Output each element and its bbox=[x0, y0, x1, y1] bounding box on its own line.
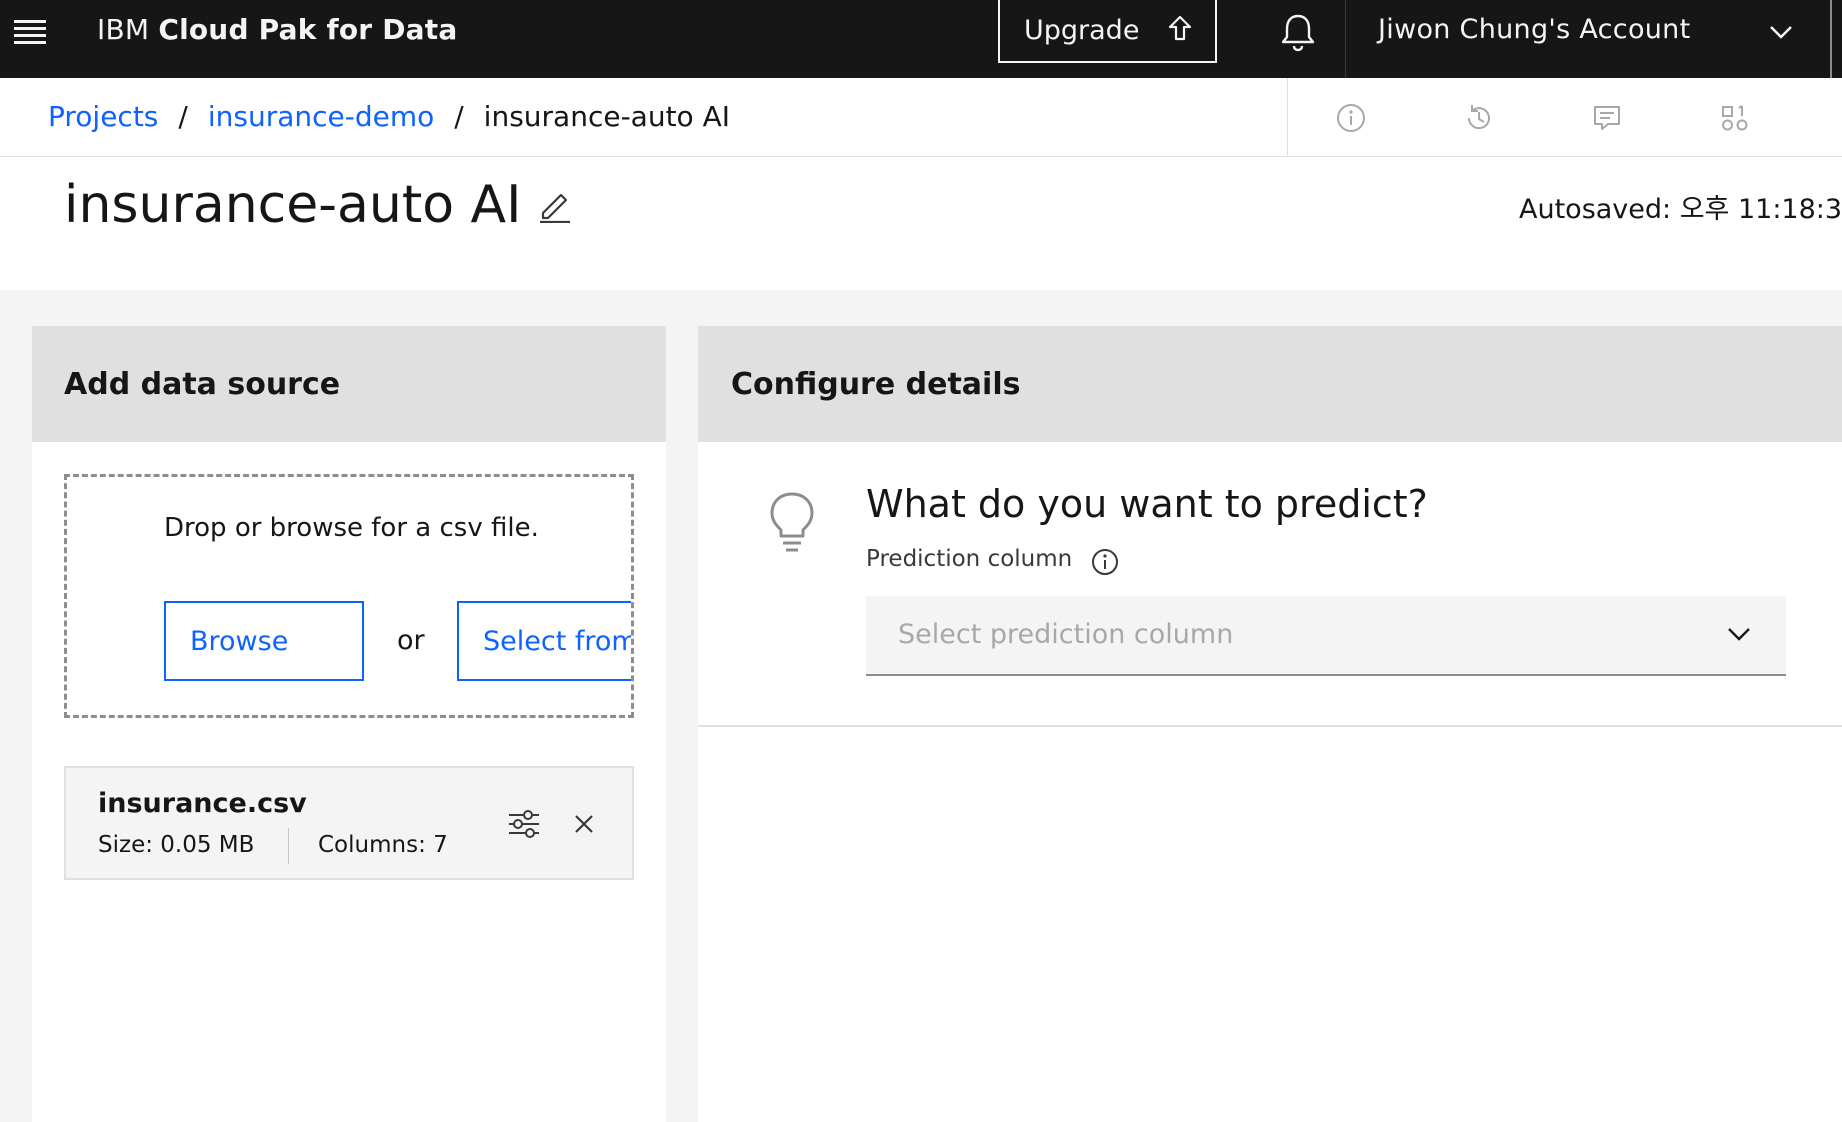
browse-button[interactable]: Browse bbox=[164, 601, 364, 681]
uploaded-file-tile: insurance.csv Size: 0.05 MB Columns: 7 bbox=[64, 766, 634, 880]
breadcrumb-separator: / bbox=[178, 100, 188, 133]
select-from-project-button[interactable]: Select from bbox=[457, 601, 631, 681]
notification-bell-icon[interactable] bbox=[1276, 10, 1320, 54]
scrollbar-edge bbox=[1830, 0, 1832, 78]
prediction-column-label: Prediction column bbox=[866, 546, 1073, 572]
upgrade-button[interactable]: Upgrade bbox=[998, 0, 1217, 63]
account-divider bbox=[1345, 0, 1346, 78]
upgrade-label: Upgrade bbox=[1024, 15, 1140, 46]
configure-details-panel: Configure details What do you want to pr… bbox=[698, 326, 1842, 1122]
panel-title: Configure details bbox=[698, 326, 1842, 442]
settings-sliders-icon[interactable] bbox=[506, 806, 542, 842]
breadcrumb: Projects / insurance-demo / insurance-au… bbox=[48, 100, 730, 133]
breadcrumb-project-link[interactable]: insurance-demo bbox=[208, 100, 434, 133]
lightbulb-icon bbox=[770, 492, 814, 552]
section-divider bbox=[698, 725, 1842, 727]
comment-icon[interactable] bbox=[1591, 102, 1623, 134]
breadcrumb-toolbar: Projects / insurance-demo / insurance-au… bbox=[0, 78, 1842, 157]
close-icon[interactable] bbox=[572, 812, 596, 836]
or-label: or bbox=[397, 625, 425, 656]
file-meta-divider bbox=[288, 828, 289, 864]
breadcrumb-separator: / bbox=[454, 100, 464, 133]
shapes-icon[interactable] bbox=[1719, 102, 1751, 134]
info-icon[interactable] bbox=[1335, 102, 1367, 134]
prediction-column-select[interactable]: Select prediction column bbox=[866, 596, 1786, 676]
select-placeholder: Select prediction column bbox=[898, 619, 1234, 650]
top-navigation-bar: IBM Cloud Pak for Data Upgrade Jiwon Chu… bbox=[0, 0, 1842, 78]
panel-title: Add data source bbox=[32, 326, 666, 442]
upgrade-arrow-icon bbox=[1168, 15, 1192, 41]
breadcrumb-projects-link[interactable]: Projects bbox=[48, 100, 158, 133]
product-name[interactable]: IBM Cloud Pak for Data bbox=[97, 12, 457, 48]
brand-product: Cloud Pak for Data bbox=[158, 13, 458, 46]
file-columns: Columns: 7 bbox=[318, 832, 448, 858]
history-icon[interactable] bbox=[1463, 102, 1495, 134]
chevron-down-icon bbox=[1728, 628, 1750, 641]
toolbar-divider bbox=[1287, 78, 1288, 157]
menu-icon[interactable] bbox=[14, 16, 50, 48]
page-header: insurance-auto AI Autosaved: 오후 11:18:32 bbox=[0, 157, 1842, 290]
file-name: insurance.csv bbox=[98, 788, 307, 819]
info-icon[interactable] bbox=[1090, 547, 1120, 577]
add-data-source-panel: Add data source Drop or browse for a csv… bbox=[32, 326, 666, 1122]
account-switcher-label[interactable]: Jiwon Chung's Account bbox=[1378, 14, 1690, 45]
file-dropzone[interactable]: Drop or browse for a csv file. Browse or… bbox=[64, 474, 634, 718]
breadcrumb-current: insurance-auto AI bbox=[483, 100, 730, 133]
dropzone-instructions: Drop or browse for a csv file. bbox=[164, 513, 539, 543]
chevron-down-icon[interactable] bbox=[1768, 22, 1794, 42]
brand-prefix: IBM bbox=[97, 13, 159, 46]
edit-pencil-icon[interactable] bbox=[537, 187, 573, 223]
prediction-question: What do you want to predict? bbox=[866, 482, 1428, 526]
page-title: insurance-auto AI bbox=[64, 175, 522, 235]
autosave-status: Autosaved: 오후 11:18:32 bbox=[1519, 194, 1842, 225]
file-size: Size: 0.05 MB bbox=[98, 832, 255, 858]
